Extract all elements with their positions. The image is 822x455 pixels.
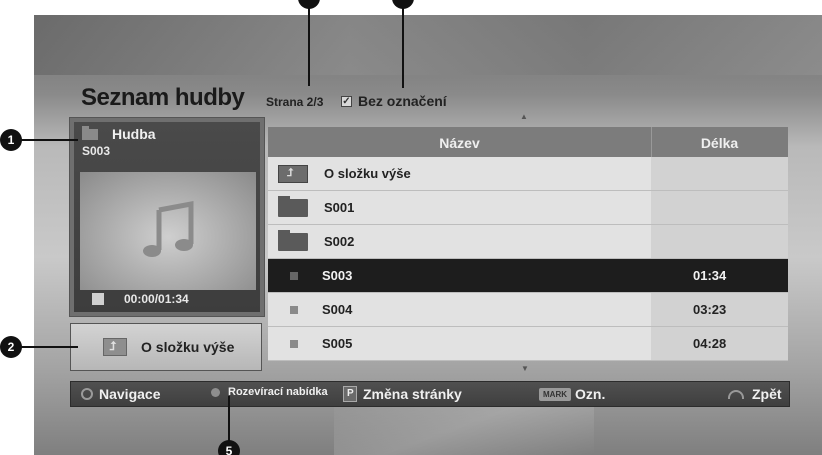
column-header-name: Název: [439, 135, 480, 151]
duration-cell: [651, 157, 788, 190]
unmark-label: Bez označení: [358, 93, 447, 109]
duration-cell: 04:28: [651, 327, 788, 360]
scroll-up-arrow-icon[interactable]: ▲: [520, 112, 528, 121]
checkbox-icon: ✓: [341, 95, 352, 107]
column-header-duration: Délka: [700, 135, 739, 151]
preview-track-name: S003: [82, 144, 111, 158]
navigation-arrows-icon: [81, 388, 93, 400]
callout-1: 1: [0, 129, 22, 151]
folder-icon: [278, 195, 308, 217]
list-header: Název Délka: [268, 127, 788, 157]
callout-2: 2: [0, 336, 22, 358]
duration-cell: [651, 225, 788, 258]
callout-line: [228, 396, 230, 442]
duration-cell: 01:34: [651, 259, 788, 292]
help-mark-label: Ozn.: [575, 386, 606, 402]
music-note-icon: [143, 200, 194, 257]
help-page-change[interactable]: Změna stránky: [343, 386, 462, 402]
folder-up-icon: [103, 338, 127, 356]
preview-panel: Hudba S003 00:00/01:34: [69, 117, 265, 317]
up-folder-label: O složku výše: [141, 339, 235, 355]
up-folder-button[interactable]: O složku výše: [70, 323, 262, 371]
folder-icon: [82, 125, 98, 140]
list-item-selected[interactable]: S003 01:34: [268, 259, 788, 293]
help-navigate[interactable]: Navigace: [81, 386, 160, 402]
preview-inner: Hudba S003 00:00/01:34: [74, 122, 260, 312]
help-navigate-label: Navigace: [99, 386, 161, 402]
music-file-icon: [290, 305, 298, 314]
item-name: O složku výše: [324, 166, 411, 181]
music-file-icon: [290, 339, 298, 348]
bottom-help-bar: Navigace Rozevírací nabídka Změna stránk…: [70, 381, 790, 407]
preview-folder-label: Hudba: [112, 126, 156, 142]
help-popup-label: Rozevírací nabídka: [228, 386, 328, 398]
list-item[interactable]: S002: [268, 225, 788, 259]
list-item[interactable]: S001: [268, 191, 788, 225]
stop-icon: [92, 293, 104, 305]
callout-line: [18, 346, 78, 348]
music-file-icon: [290, 271, 298, 280]
callout-5: 5: [218, 440, 240, 455]
callout-line: [18, 139, 78, 141]
music-list: Název Délka O složku výše S001 S002 S003…: [268, 127, 788, 365]
callout-line: [308, 0, 310, 86]
help-back-label: Zpět: [752, 386, 782, 402]
item-name: S001: [324, 200, 355, 215]
callout-line: [402, 0, 404, 88]
playback-time: 00:00/01:34: [124, 292, 189, 306]
page-title: Seznam hudby: [81, 84, 245, 111]
list-item[interactable]: O složku výše: [268, 157, 788, 191]
help-mark[interactable]: MARK Ozn.: [539, 386, 605, 402]
item-name: S005: [322, 336, 353, 351]
mark-key-icon: MARK: [539, 387, 571, 401]
name-cell: S002: [268, 225, 651, 258]
duration-cell: 03:23: [651, 293, 788, 326]
help-page-change-label: Změna stránky: [363, 386, 462, 402]
name-cell: S005: [268, 327, 651, 360]
scroll-down-arrow-icon[interactable]: ▼: [521, 364, 529, 373]
name-cell: O složku výše: [268, 157, 651, 190]
album-art: [80, 172, 256, 290]
item-name: S004: [322, 302, 353, 317]
playback-time-row: 00:00/01:34: [92, 292, 189, 306]
folder-up-icon: [278, 164, 308, 183]
callout-badge: [392, 0, 414, 9]
page-button-icon: [343, 386, 357, 402]
callout-badge: [298, 0, 320, 9]
unmark-toggle[interactable]: ✓ Bez označení: [341, 93, 447, 109]
item-name: S002: [324, 234, 355, 249]
folder-icon: [278, 229, 308, 251]
ok-button-icon: [211, 387, 220, 397]
item-name: S003: [322, 268, 353, 283]
name-cell: S001: [268, 191, 651, 224]
name-cell: S004: [268, 293, 651, 326]
page-indicator: Strana 2/3: [266, 95, 324, 109]
back-arrow-icon: [728, 389, 744, 399]
duration-cell: [651, 191, 788, 224]
preview-folder-head: Hudba: [82, 125, 156, 142]
name-cell: S003: [268, 259, 651, 292]
help-back[interactable]: Zpět: [728, 386, 782, 402]
list-item[interactable]: S005 04:28: [268, 327, 788, 361]
list-item[interactable]: S004 03:23: [268, 293, 788, 327]
